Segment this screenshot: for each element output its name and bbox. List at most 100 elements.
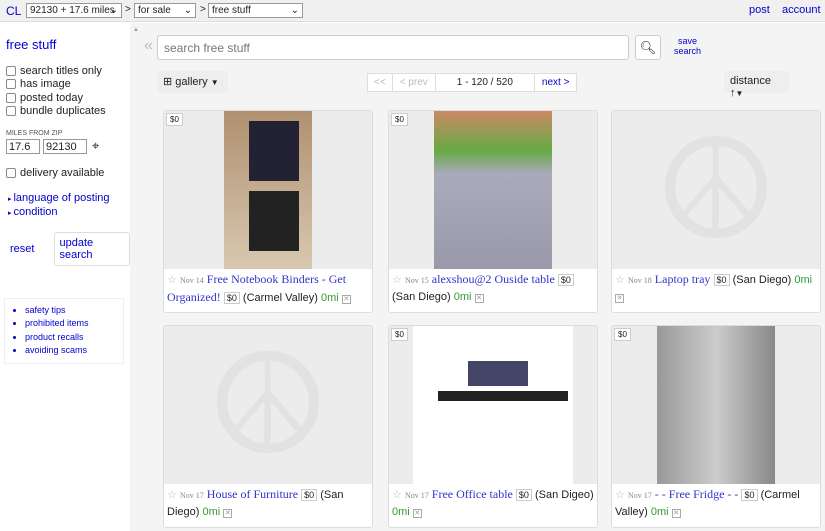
listing-info: ☆ Nov 15 alexshou@2 Ouside table $0 (San…	[392, 271, 594, 305]
safety-tips-link[interactable]: safety tips	[25, 304, 123, 318]
price-badge: $0	[391, 328, 408, 341]
listing-title[interactable]: House of Furniture	[207, 487, 298, 501]
listing-card[interactable]: ☮ ☆ Nov 17 House of Furniture $0 (San Di…	[163, 325, 373, 528]
chevron-down-icon: ⌄	[290, 5, 299, 16]
listing-title[interactable]: alexshou@2 Ouside table	[432, 272, 555, 286]
checkbox[interactable]	[6, 65, 16, 76]
scroll-up-icon[interactable]: ▲	[133, 27, 139, 33]
hide-listing-icon[interactable]: ✕	[412, 509, 422, 518]
listing-date: Nov 14	[179, 276, 204, 285]
view-mode-dropdown[interactable]: ⊞ gallery ▼	[157, 71, 228, 93]
listing-title[interactable]: Laptop tray	[655, 272, 711, 286]
favorite-star-icon[interactable]: ☆	[615, 274, 625, 286]
account-link[interactable]: account	[782, 4, 821, 16]
listing-card[interactable]: $0 ☆ Nov 17 Free Office table $0 (San Di…	[388, 325, 598, 528]
favorite-star-icon[interactable]: ☆	[167, 274, 177, 286]
locate-icon[interactable]: ⌖	[92, 138, 99, 154]
checkbox[interactable]	[6, 79, 16, 90]
hide-listing-icon[interactable]: ✕	[341, 295, 351, 304]
listing-image[interactable]: ☮	[612, 111, 820, 269]
price-badge: $0	[614, 328, 631, 341]
separator: >	[200, 4, 206, 15]
listing-location: (San Diego)	[732, 274, 792, 286]
favorite-star-icon[interactable]: ☆	[392, 274, 402, 286]
listing-card[interactable]: $0 ☆ Nov 14 Free Notebook Binders - Get …	[163, 110, 373, 313]
top-bar: CL 92130 + 17.6 miles ⌄ > for sale ⌄ > fre…	[0, 0, 825, 22]
search-button[interactable]: 🔍︎	[635, 35, 661, 60]
condition-link[interactable]: ▸ condition	[8, 206, 130, 220]
listing-location: (Carmel Valley)	[242, 292, 318, 304]
collapse-sidebar-icon[interactable]: «	[144, 37, 153, 55]
filter-delivery[interactable]: delivery available	[6, 166, 130, 180]
listing-distance: 0mi	[453, 291, 472, 303]
sidebar-scrollbar[interactable]: ▲	[130, 23, 142, 531]
listing-price: $0	[223, 292, 240, 304]
reset-button[interactable]: reset	[4, 239, 40, 259]
pagination: << < prev 1 - 120 / 520 next >	[367, 73, 578, 92]
favorite-star-icon[interactable]: ☆	[615, 489, 625, 501]
listing-image[interactable]	[389, 326, 597, 484]
next-page-button[interactable]: next >	[535, 74, 577, 91]
hide-listing-icon[interactable]: ✕	[671, 509, 681, 518]
prev-page-button[interactable]: < prev	[393, 74, 436, 91]
listing-image[interactable]	[612, 326, 820, 484]
filter-bundle-duplicates[interactable]: bundle duplicates	[6, 105, 130, 119]
placeholder-peace-icon: ☮	[653, 111, 779, 268]
post-link[interactable]: post	[749, 4, 770, 16]
checkbox[interactable]	[6, 92, 16, 103]
search-input[interactable]: search free stuff	[157, 35, 629, 60]
page-range: 1 - 120 / 520	[436, 74, 535, 91]
filter-search-titles[interactable]: search titles only	[6, 64, 130, 78]
listing-price: $0	[515, 489, 532, 501]
checkbox[interactable]	[6, 167, 16, 178]
product-recalls-link[interactable]: product recalls	[25, 331, 123, 345]
search-icon: 🔍︎	[639, 40, 657, 55]
listing-date: Nov 17	[404, 491, 429, 500]
listing-distance: 0mi	[320, 292, 339, 304]
listing-location: (San Digeo)	[535, 489, 594, 501]
hide-listing-icon[interactable]: ✕	[474, 294, 484, 303]
miles-input[interactable]: 17.6	[6, 138, 40, 154]
listing-image[interactable]	[389, 111, 597, 269]
checkbox[interactable]	[6, 106, 16, 117]
avoiding-scams-link[interactable]: avoiding scams	[25, 344, 123, 358]
listing-info: ☆ Nov 17 - - Free Fridge - - $0 (Carmel …	[615, 486, 817, 520]
miles-label: MILES FROM ZIP	[6, 130, 63, 137]
safety-links: safety tips prohibited items product rec…	[4, 297, 124, 364]
listing-info: ☆ Nov 18 Laptop tray $0 (San Diego) 0mi …	[615, 271, 817, 305]
filter-list: search titles only has image posted toda…	[0, 64, 130, 118]
gallery-grid-icon: ⊞	[163, 76, 173, 88]
category-select[interactable]: free stuff ⌄	[208, 3, 303, 18]
sort-dropdown[interactable]: distance ↑▼	[724, 71, 789, 99]
section-select[interactable]: for sale ⌄	[134, 3, 196, 18]
listing-image[interactable]: ☮	[164, 326, 372, 484]
listing-title[interactable]: Free Office table	[432, 487, 513, 501]
listing-card[interactable]: ☮ ☆ Nov 18 Laptop tray $0 (San Diego) 0m…	[611, 110, 821, 313]
language-link[interactable]: ▸ language of posting	[8, 192, 130, 206]
first-page-button[interactable]: <<	[368, 74, 393, 91]
hide-listing-icon[interactable]: ✕	[615, 294, 624, 303]
listing-date: Nov 18	[627, 276, 652, 285]
save-search-link[interactable]: save search	[674, 36, 701, 56]
listing-title[interactable]: - - Free Fridge - -	[655, 487, 739, 501]
zip-input[interactable]: 92130	[43, 138, 87, 154]
listing-date: Nov 17	[627, 491, 652, 500]
filter-posted-today[interactable]: posted today	[6, 91, 130, 105]
listing-info: ☆ Nov 17 Free Office table $0 (San Digeo…	[392, 486, 594, 520]
hide-listing-icon[interactable]: ✕	[223, 509, 233, 518]
listing-card[interactable]: $0 ☆ Nov 17 - - Free Fridge - - $0 (Carm…	[611, 325, 821, 528]
listing-distance: 0mi	[202, 506, 221, 518]
area-select[interactable]: 92130 + 17.6 miles ⌄	[26, 3, 122, 18]
cl-logo[interactable]: CL	[6, 4, 21, 18]
listing-distance: 0mi	[392, 506, 410, 518]
listing-card[interactable]: $0 ☆ Nov 15 alexshou@2 Ouside table $0 (…	[388, 110, 598, 313]
listing-distance: 0mi	[794, 274, 813, 286]
listing-info: ☆ Nov 14 Free Notebook Binders - Get Org…	[167, 271, 369, 306]
filter-has-image[interactable]: has image	[6, 78, 130, 92]
prohibited-items-link[interactable]: prohibited items	[25, 317, 123, 331]
update-search-button[interactable]: update search	[54, 231, 130, 266]
favorite-star-icon[interactable]: ☆	[392, 489, 402, 501]
favorite-star-icon[interactable]: ☆	[167, 489, 177, 501]
listing-image[interactable]	[164, 111, 372, 269]
category-title[interactable]: free stuff	[6, 37, 130, 52]
